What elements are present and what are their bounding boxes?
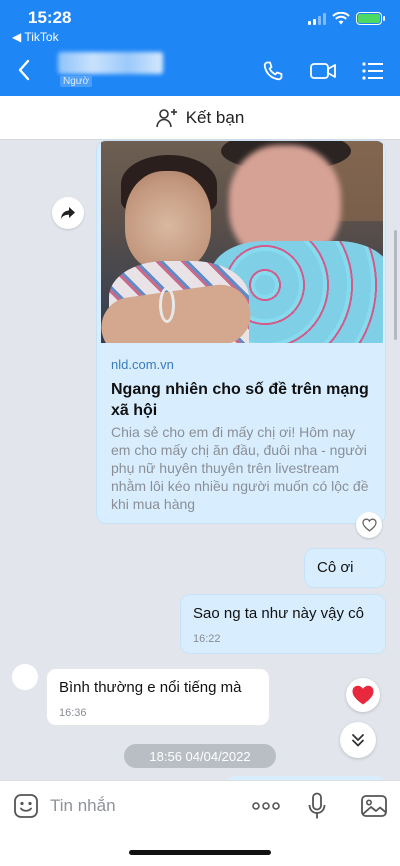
voice-call-button[interactable] xyxy=(258,56,288,86)
blurred-name xyxy=(58,52,163,74)
chat-area[interactable]: nld.com.vn Ngang nhiên cho số đề trên mạ… xyxy=(0,140,400,780)
header: 15:28 ◀ TikTok Ngườ xyxy=(0,0,400,96)
battery-icon xyxy=(356,12,385,25)
add-friend-button[interactable]: Kết bạn xyxy=(0,96,400,140)
link-description: Chia sẻ cho em đi mấy chị ơi! Hôm nay em… xyxy=(111,424,369,512)
contact-avatar[interactable] xyxy=(12,664,38,690)
cellular-signal-icon xyxy=(308,12,326,25)
add-user-icon xyxy=(155,108,177,127)
message-text: Bình thường e nổi tiếng mà xyxy=(59,679,242,696)
scroll-to-bottom-button[interactable] xyxy=(340,722,376,758)
message-time: 16:22 xyxy=(193,633,221,645)
heart-outline-icon xyxy=(361,518,377,532)
message-text: Sao ng ta như này vậy cô xyxy=(193,605,364,622)
message-input[interactable] xyxy=(50,793,220,819)
share-forward-button[interactable] xyxy=(52,197,84,229)
message-input-bar xyxy=(0,780,400,830)
voice-message-button[interactable] xyxy=(302,791,332,821)
list-menu-icon xyxy=(362,62,383,80)
home-indicator[interactable] xyxy=(129,850,271,855)
contact-name-redacted[interactable]: Ngườ xyxy=(58,52,163,88)
more-dots-icon xyxy=(252,802,280,810)
gallery-button[interactable] xyxy=(358,791,390,821)
more-options-button[interactable] xyxy=(248,791,284,821)
video-camera-icon xyxy=(310,63,336,79)
back-to-app-link[interactable]: ◀ TikTok xyxy=(12,30,59,44)
message-bubble-outgoing[interactable]: Cô ơi xyxy=(304,548,386,588)
link-preview-card[interactable]: nld.com.vn Ngang nhiên cho số đề trên mạ… xyxy=(96,140,386,524)
message-time: 16:36 xyxy=(59,707,87,719)
wifi-icon xyxy=(332,12,350,25)
message-bubble-incoming[interactable]: Bình thường e nổi tiếng mà 16:36 xyxy=(46,668,270,726)
sticker-button[interactable] xyxy=(10,791,42,821)
status-time: 15:28 xyxy=(28,8,72,27)
heart-filled-icon xyxy=(352,685,374,705)
contact-sub-label: Ngườ xyxy=(60,76,93,87)
emoji-icon xyxy=(14,794,38,818)
phone-icon xyxy=(263,61,283,81)
double-chevron-down-icon xyxy=(352,734,364,747)
add-friend-label: Kết bạn xyxy=(185,107,245,127)
home-indicator-area xyxy=(0,830,400,866)
link-title: Ngang nhiên cho số đề trên mạng xã hội xyxy=(111,381,369,419)
status-icons xyxy=(308,12,385,25)
header-actions xyxy=(258,56,388,86)
image-icon xyxy=(361,795,387,817)
react-button[interactable] xyxy=(356,512,382,538)
menu-button[interactable] xyxy=(358,56,388,86)
microphone-icon xyxy=(308,792,326,819)
back-button[interactable] xyxy=(10,56,38,84)
message-bubble-outgoing[interactable]: Sao ng ta như này vậy cô 16:22 xyxy=(180,594,386,654)
heart-reaction-button[interactable] xyxy=(346,678,380,712)
date-separator: 18:56 04/04/2022 xyxy=(124,744,276,768)
video-call-button[interactable] xyxy=(308,56,338,86)
scrollbar-thumb[interactable] xyxy=(394,230,397,340)
link-preview-image xyxy=(101,141,383,343)
link-domain: nld.com.vn xyxy=(111,357,174,372)
message-text: Cô ơi xyxy=(317,559,354,576)
chevron-left-icon xyxy=(18,59,30,81)
forward-arrow-icon xyxy=(61,207,75,219)
